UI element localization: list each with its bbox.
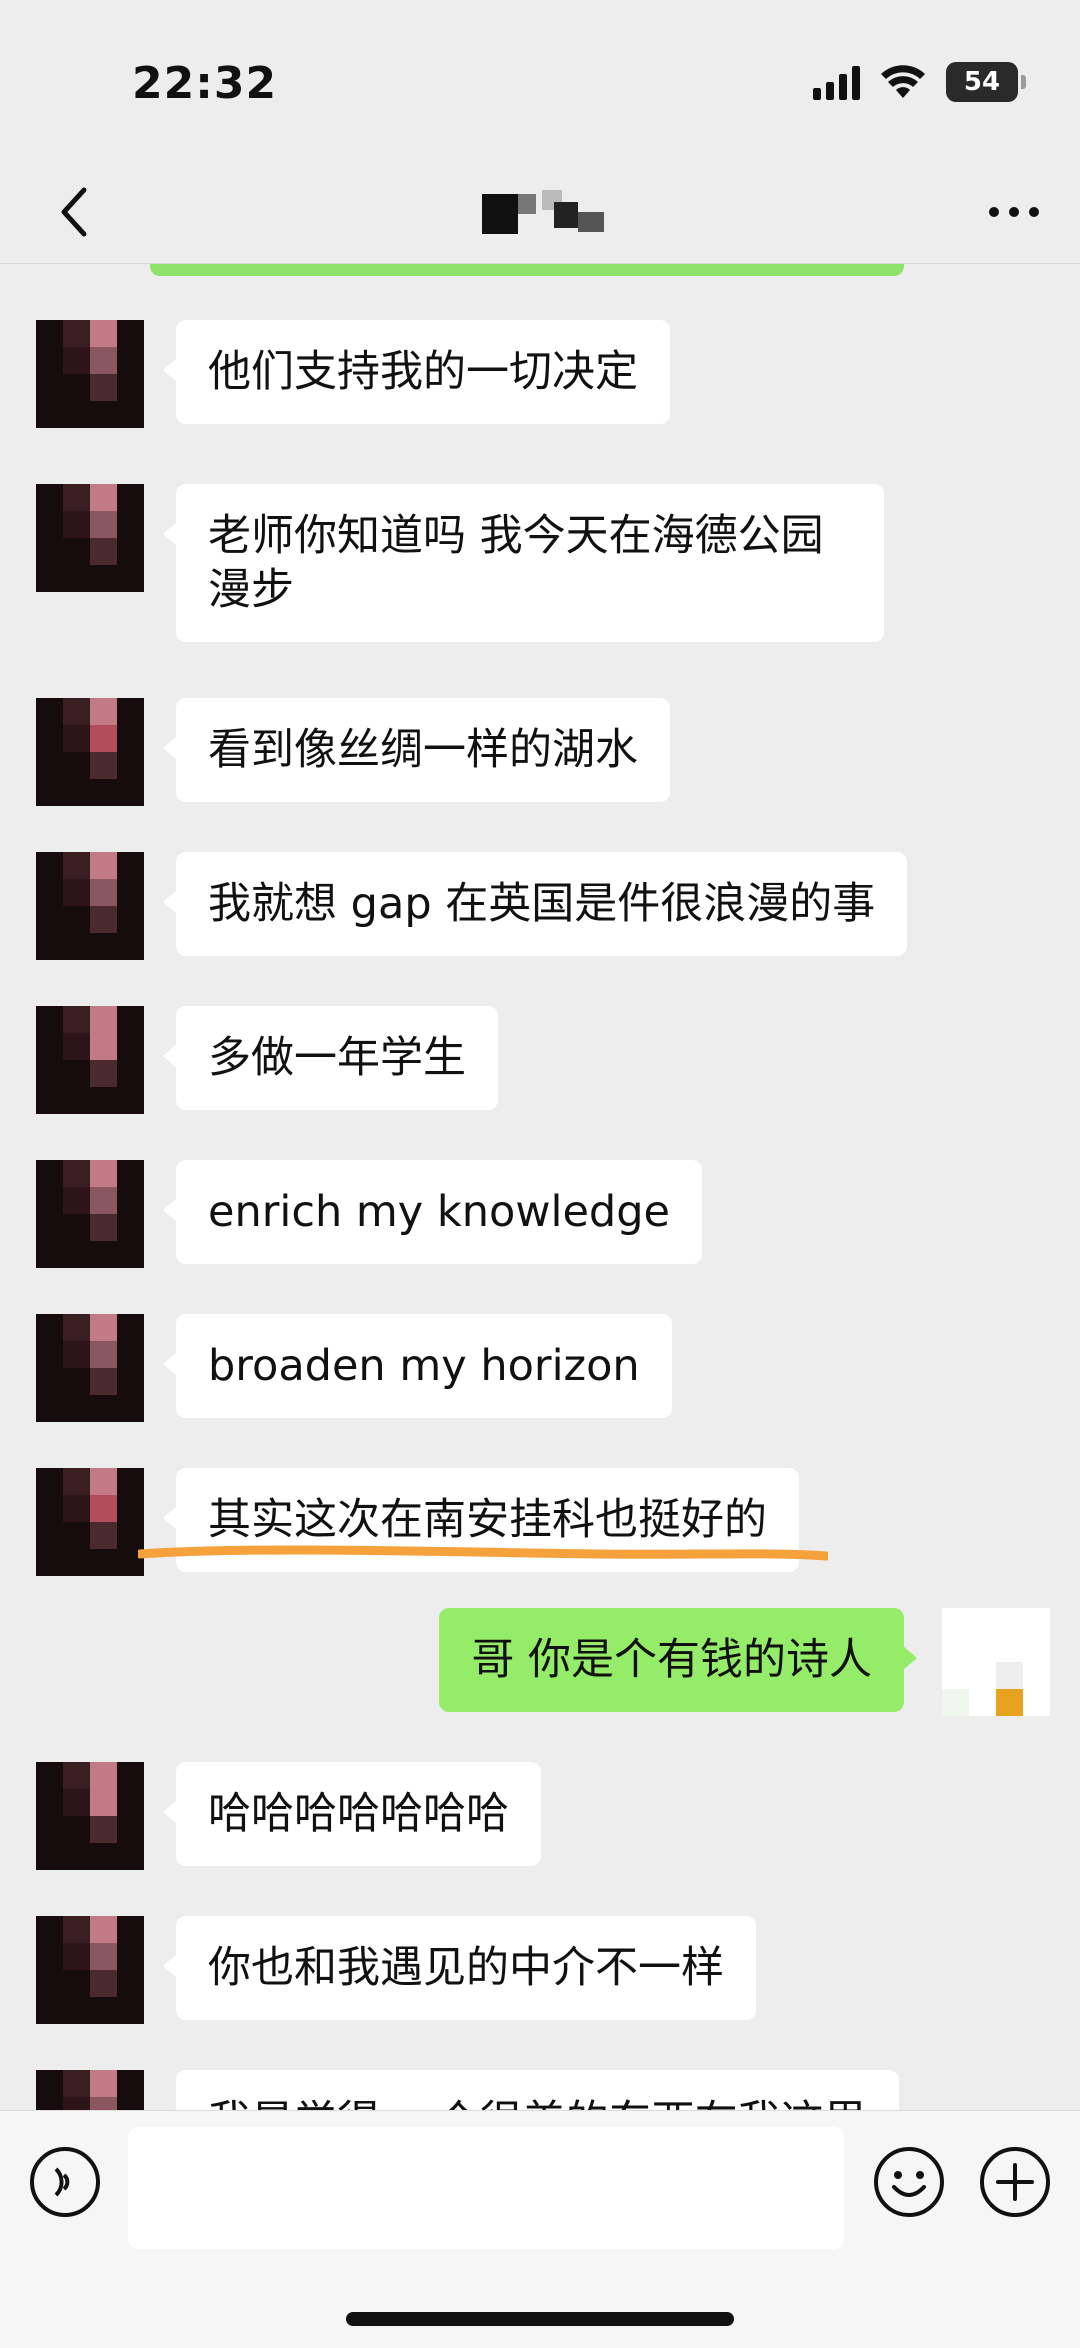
status-bar: 22:32 54 xyxy=(0,0,1080,160)
contact-avatar[interactable] xyxy=(36,320,144,428)
contact-avatar[interactable] xyxy=(36,484,144,592)
contact-avatar[interactable] xyxy=(36,1762,144,1870)
add-attachment-button[interactable] xyxy=(978,2145,1052,2219)
contact-avatar[interactable] xyxy=(36,1468,144,1576)
contact-avatar[interactable] xyxy=(36,1916,144,2024)
wifi-icon xyxy=(881,65,925,98)
status-icons: 54 xyxy=(813,62,1026,102)
message-bubble[interactable]: 老师你知道吗 我今天在海德公园漫步 xyxy=(163,484,884,642)
message-bubble[interactable]: 多做一年学生 xyxy=(163,1006,498,1110)
voice-icon xyxy=(30,2147,100,2217)
more-dot-icon xyxy=(1029,207,1039,217)
emoji-icon xyxy=(874,2147,944,2217)
chevron-left-icon xyxy=(61,187,87,237)
home-indicator[interactable] xyxy=(346,2312,734,2326)
chat-title-redacted xyxy=(482,190,612,240)
contact-avatar[interactable] xyxy=(36,698,144,806)
emoji-button[interactable] xyxy=(872,2145,946,2219)
message-bubble[interactable]: 你也和我遇见的中介不一样 xyxy=(163,1916,756,2020)
chat-message-list[interactable]: 他们支持我的一切决定 老师你知道吗 我今天在海德公园漫步 看到像丝绸一样的湖水 … xyxy=(0,266,1080,2110)
voice-input-button[interactable] xyxy=(28,2145,102,2219)
message-bubble[interactable]: 我就想 gap 在英国是件很浪漫的事 xyxy=(162,852,908,956)
more-options-button[interactable] xyxy=(978,180,1050,244)
status-time: 22:32 xyxy=(132,58,278,109)
nav-bar xyxy=(0,160,1080,264)
message-bubble-sent[interactable]: 哥 你是个有钱的诗人 xyxy=(439,1608,917,1712)
message-bubble[interactable]: enrich my knowledge xyxy=(163,1160,702,1264)
more-dot-icon xyxy=(989,207,999,217)
battery-icon: 54 xyxy=(946,62,1026,102)
contact-avatar[interactable] xyxy=(36,1160,144,1268)
message-bubble[interactable]: 看到像丝绸一样的湖水 xyxy=(163,698,670,802)
message-bubble[interactable]: 我是觉得 一个很美的东西在我这里 xyxy=(163,2070,899,2110)
contact-avatar[interactable] xyxy=(36,2070,144,2110)
message-bubble[interactable]: 哈哈哈哈哈哈哈 xyxy=(163,1762,541,1866)
plus-icon xyxy=(980,2147,1050,2217)
highlight-underline xyxy=(138,1545,828,1561)
back-button[interactable] xyxy=(40,176,112,248)
contact-avatar[interactable] xyxy=(36,1314,144,1422)
cellular-signal-icon xyxy=(813,64,860,100)
contact-avatar[interactable] xyxy=(36,852,144,960)
message-bubble[interactable]: 他们支持我的一切决定 xyxy=(163,320,670,424)
message-bubble[interactable]: broaden my horizon xyxy=(163,1314,672,1418)
more-dot-icon xyxy=(1009,207,1019,217)
contact-avatar[interactable] xyxy=(36,1006,144,1114)
message-input[interactable] xyxy=(128,2127,844,2249)
my-avatar[interactable] xyxy=(942,1608,1050,1716)
